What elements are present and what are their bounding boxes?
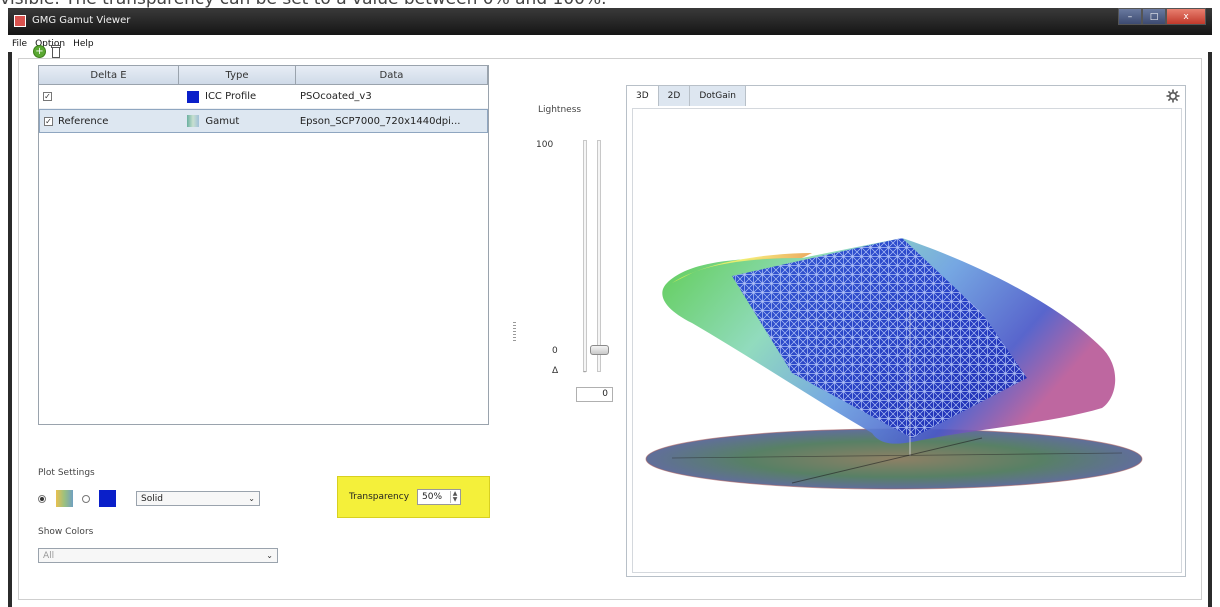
window-title: GMG Gamut Viewer	[32, 15, 131, 26]
delta-label: Δ	[552, 366, 559, 376]
tab-3d[interactable]: 3D	[626, 85, 659, 106]
show-colors-select[interactable]: All ⌄	[38, 548, 278, 563]
plot-settings-label: Plot Settings	[38, 468, 95, 478]
visibility-checkbox[interactable]: ✓	[43, 92, 52, 101]
gamut-color-swatch[interactable]	[56, 490, 73, 507]
visibility-checkbox[interactable]: ✓	[44, 116, 53, 126]
color-swatch	[187, 90, 199, 103]
chevron-down-icon: ⌄	[266, 551, 273, 560]
lightness-slider-thumb[interactable]	[590, 345, 609, 355]
solid-color-radio[interactable]	[82, 494, 90, 503]
delta-e-cell: ✓ Reference	[40, 116, 179, 127]
transparency-highlight: Transparency 50% ▲ ▼	[337, 476, 490, 518]
show-colors-value: All	[43, 550, 55, 561]
color-swatch	[187, 115, 200, 127]
type-cell: Gamut	[179, 115, 295, 127]
delta-track[interactable]	[597, 140, 601, 372]
lightness-min-label: 0	[552, 346, 558, 356]
add-icon[interactable]: +	[33, 45, 46, 58]
gamut-3d-view[interactable]	[632, 108, 1182, 573]
show-colors-label: Show Colors	[38, 527, 94, 537]
chevron-down-icon: ⌄	[248, 494, 255, 503]
tab-2d[interactable]: 2D	[657, 85, 691, 106]
delta-e-cell: ✓	[39, 92, 179, 101]
column-header-delta-e[interactable]: Delta E	[39, 66, 179, 84]
solid-color-swatch[interactable]	[99, 490, 116, 507]
close-button[interactable]: x	[1166, 8, 1206, 25]
column-header-data[interactable]: Data	[296, 66, 488, 84]
data-cell: Epson_SCP7000_720x1440dpi...	[299, 115, 461, 127]
menu-help[interactable]: Help	[71, 39, 96, 49]
window-controls: – □ x	[1118, 8, 1206, 26]
title-bar: GMG Gamut Viewer – □ x	[8, 8, 1212, 35]
tab-dotgain[interactable]: DotGain	[689, 85, 746, 106]
delta-e-value: Reference	[58, 115, 109, 127]
plot-settings-row: Solid ⌄	[38, 490, 260, 507]
lightness-track[interactable]	[583, 140, 587, 372]
trash-icon[interactable]	[50, 45, 62, 58]
spinner-arrows-icon[interactable]: ▲ ▼	[450, 491, 459, 503]
table-header: Delta E Type Data	[39, 66, 488, 85]
type-value: ICC Profile	[205, 91, 257, 102]
type-cell: ICC Profile	[179, 90, 296, 103]
gamut-color-radio[interactable]	[38, 494, 46, 503]
transparency-label: Transparency	[349, 492, 410, 502]
minimize-button[interactable]: –	[1118, 8, 1142, 25]
table-row[interactable]: ✓ Reference Gamut Epson_SCP7000_720x1440…	[39, 109, 488, 133]
menu-bar: File Option Help	[8, 35, 1212, 52]
lightness-label: Lightness	[538, 105, 582, 115]
list-toolbar: +	[33, 45, 62, 58]
maximize-button[interactable]: □	[1142, 8, 1166, 25]
view-tabs: 3D 2D DotGain	[626, 85, 746, 106]
table-row[interactable]: ✓ ICC Profile PSOcoated_v3	[39, 85, 488, 109]
profile-table: Delta E Type Data ✓ ICC Profile PSOcoate…	[38, 65, 489, 425]
type-value: Gamut	[205, 115, 240, 127]
render-mode-select[interactable]: Solid ⌄	[136, 491, 260, 506]
column-header-type[interactable]: Type	[179, 66, 296, 84]
lightness-value-field[interactable]: 0	[576, 387, 613, 402]
minus-label: -	[583, 367, 587, 377]
settings-gear-icon[interactable]	[1166, 89, 1180, 103]
transparency-value: 50%	[422, 492, 443, 502]
splitter-handle[interactable]	[513, 322, 516, 342]
lightness-max-label: 100	[536, 140, 554, 150]
render-mode-value: Solid	[141, 493, 163, 504]
transparency-spinner[interactable]: 50% ▲ ▼	[417, 489, 462, 505]
menu-file[interactable]: File	[10, 39, 29, 49]
data-cell: PSOcoated_v3	[300, 91, 372, 102]
app-icon	[14, 15, 26, 27]
